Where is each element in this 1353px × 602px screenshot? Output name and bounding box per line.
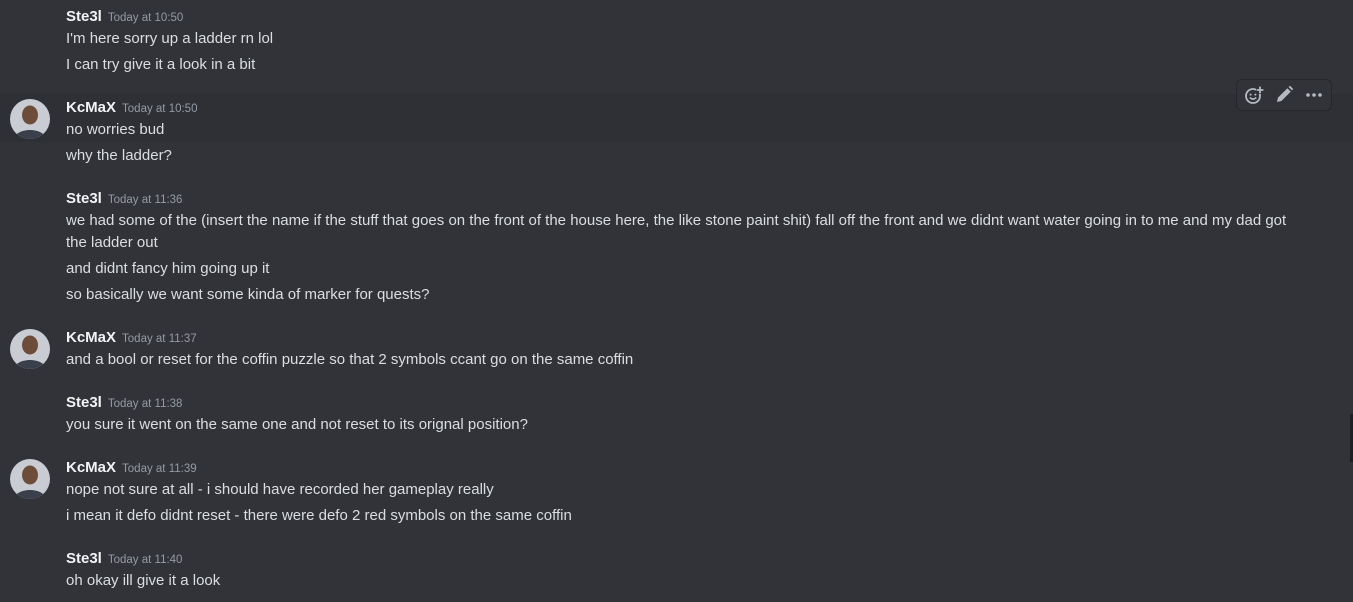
message-text: and didnt fancy him going up it: [66, 260, 270, 277]
more-options-button[interactable]: [1300, 81, 1328, 109]
author-name[interactable]: KcMaX: [66, 99, 116, 116]
message-header: KcMaX Today at 11:39: [66, 458, 197, 478]
message-header: KcMaX Today at 11:37: [66, 328, 197, 348]
avatar-image: [10, 99, 50, 139]
chat-messages-area[interactable]: Ste3l Today at 10:50 I'm here sorry up a …: [0, 0, 1353, 602]
avatar[interactable]: [10, 459, 50, 499]
avatar-image: [10, 459, 50, 499]
message-text: I can try give it a look in a bit: [66, 56, 256, 73]
message-header: Ste3l Today at 11:40: [66, 549, 182, 569]
message-timestamp[interactable]: Today at 11:38: [108, 398, 183, 410]
author-name[interactable]: KcMaX: [66, 459, 116, 476]
message-text: we had some of the (insert the name if t…: [66, 212, 1287, 251]
message-text: you sure it went on the same one and not…: [66, 416, 528, 433]
author-name[interactable]: Ste3l: [66, 190, 102, 207]
add-reaction-icon: [1245, 86, 1264, 104]
message-timestamp[interactable]: Today at 11:37: [122, 333, 197, 345]
message-timestamp[interactable]: Today at 11:40: [108, 554, 183, 566]
add-reaction-button[interactable]: [1240, 81, 1268, 109]
edit-pencil-icon: [1277, 85, 1294, 102]
message-header: KcMaX Today at 10:50: [66, 98, 197, 118]
author-name[interactable]: Ste3l: [66, 550, 102, 567]
avatar[interactable]: [10, 99, 50, 139]
author-name[interactable]: KcMaX: [66, 329, 116, 346]
message-timestamp[interactable]: Today at 10:50: [122, 103, 197, 115]
author-name[interactable]: Ste3l: [66, 394, 102, 411]
avatar-image: [10, 329, 50, 369]
message-timestamp[interactable]: Today at 10:50: [108, 12, 183, 24]
more-options-icon: [1306, 93, 1322, 97]
message-header: Ste3l Today at 10:50: [66, 7, 183, 27]
message-text: nope not sure at all - i should have rec…: [66, 481, 494, 498]
edit-message-button[interactable]: [1270, 81, 1298, 109]
message-header: Ste3l Today at 11:36: [66, 189, 182, 209]
message-timestamp[interactable]: Today at 11:36: [108, 194, 183, 206]
message-text: no worries bud: [66, 121, 165, 138]
message-text: oh okay ill give it a look: [66, 572, 221, 589]
message-actions-toolbar: [1236, 79, 1332, 111]
message-timestamp[interactable]: Today at 11:39: [122, 463, 197, 475]
author-name[interactable]: Ste3l: [66, 8, 102, 25]
message-text: i mean it defo didnt reset - there were …: [66, 507, 572, 524]
message-text: so basically we want some kinda of marke…: [66, 286, 430, 303]
avatar[interactable]: [10, 329, 50, 369]
message-text: and a bool or reset for the coffin puzzl…: [66, 351, 634, 368]
message-text: I'm here sorry up a ladder rn lol: [66, 30, 274, 47]
message-text: why the ladder?: [66, 147, 172, 164]
message-header: Ste3l Today at 11:38: [66, 393, 182, 413]
